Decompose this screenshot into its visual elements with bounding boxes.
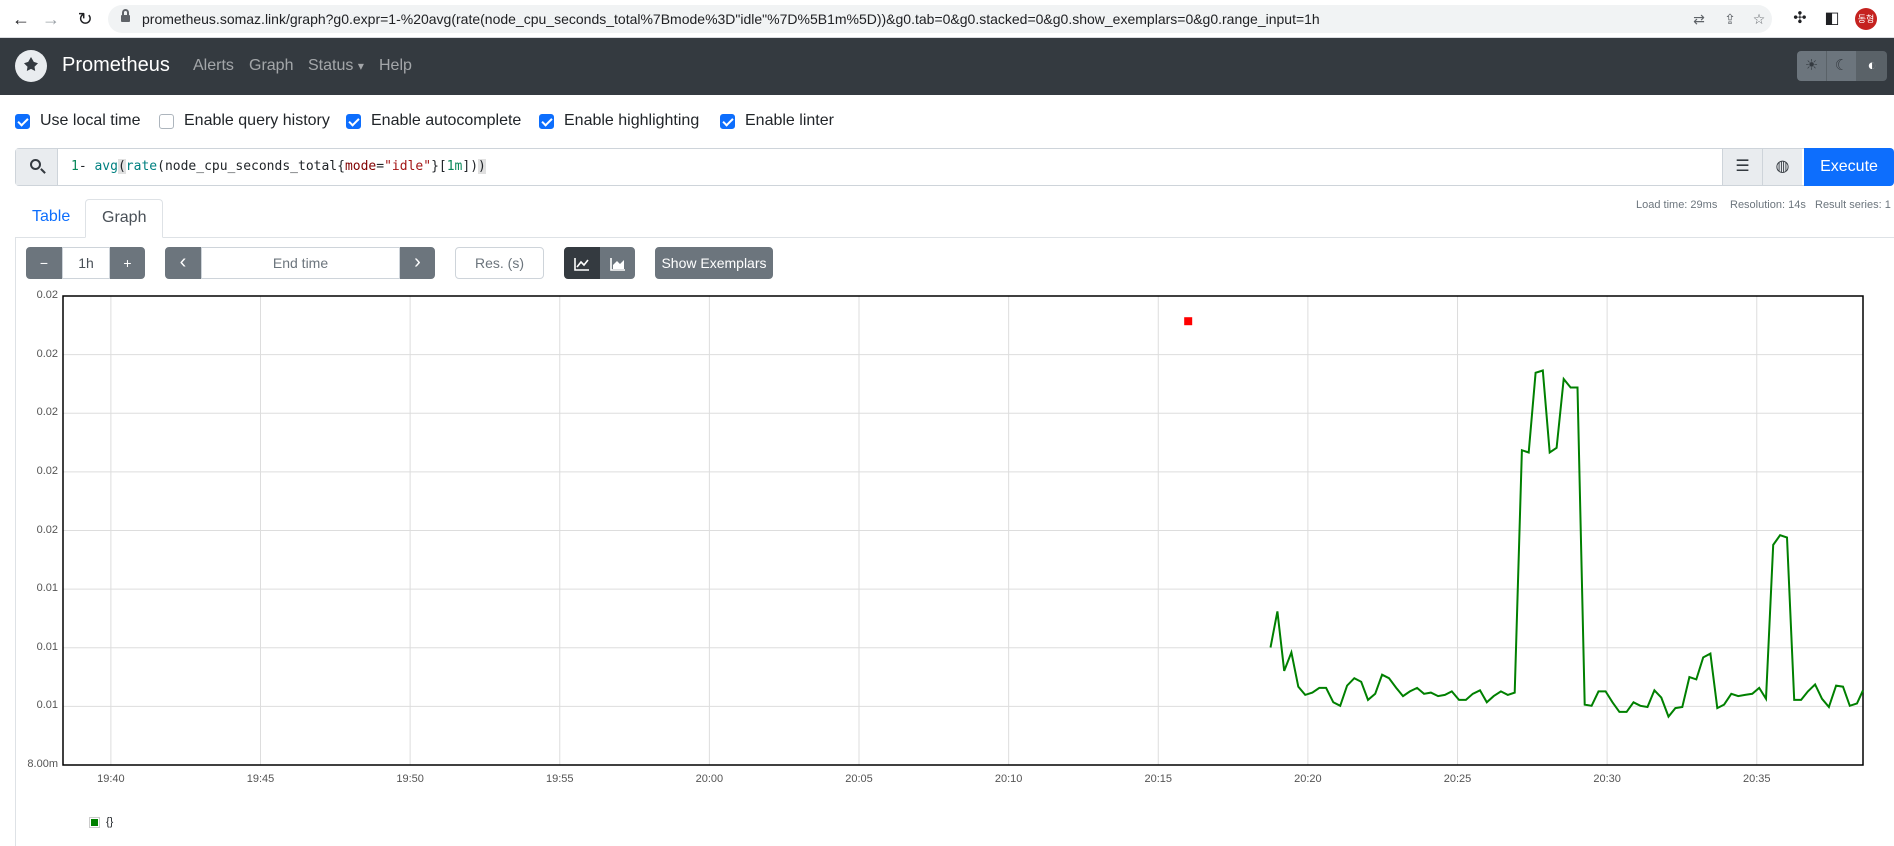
decrease-range-button[interactable]: − [26,247,62,279]
prometheus-navbar: Prometheus Alerts Graph Status ▾ Help ☀ … [0,38,1894,95]
y-tick-label: 0.02 [36,464,58,477]
resolution-stat: Resolution: 14s [1730,199,1806,211]
side-panel-icon[interactable]: ◧ [1822,9,1842,29]
result-series-stat: Result series: 1 [1815,199,1891,211]
x-tick-label: 20:15 [1144,773,1173,785]
url-text[interactable]: prometheus.somaz.link/graph?g0.expr=1-%2… [142,11,1320,27]
y-tick-label: 0.02 [36,406,58,419]
extensions-puzzle-icon[interactable]: ✣ [1790,9,1810,29]
chevron-left-icon[interactable]: ‹ [165,247,201,279]
lock-icon[interactable] [121,9,130,23]
enable-autocomplete-label: Enable autocomplete [371,112,522,129]
use-local-time-label: Use local time [40,112,141,129]
caret-down-icon: ▾ [357,59,364,73]
load-time-stat: Load time: 29ms [1636,199,1718,211]
tab-table[interactable]: Table [16,199,86,238]
forward-arrow-icon[interactable]: → [38,7,64,31]
x-tick-label: 20:00 [695,773,724,785]
theme-toggle-group: ☀ ☾ ◐ [1797,51,1887,81]
y-tick-label: 0.01 [36,640,58,653]
use-local-time-checkbox[interactable] [15,113,30,129]
legend-series-label[interactable]: {} [106,816,113,828]
bookmark-star-icon[interactable]: ☆ [1750,10,1768,28]
nav-link-status[interactable]: Status ▾ [308,57,364,75]
nav-link-graph[interactable]: Graph [249,57,293,75]
area-chart-icon [609,258,625,272]
enable-autocomplete-checkbox[interactable] [346,113,361,129]
prometheus-logo-icon[interactable] [15,50,47,82]
option-enable-highlighting[interactable]: Enable highlighting [539,111,699,131]
execute-button[interactable]: Execute [1804,148,1894,186]
x-tick-label: 20:20 [1294,773,1322,785]
brand-title[interactable]: Prometheus [62,54,170,77]
enable-highlighting-checkbox[interactable] [539,113,554,129]
share-icon[interactable]: ⇪ [1721,10,1739,28]
address-bar[interactable]: prometheus.somaz.link/graph?g0.expr=1-%2… [108,5,1772,33]
enable-query-history-checkbox[interactable] [159,113,174,129]
nav-link-status-label: Status [308,57,354,74]
y-tick-label: 0.02 [36,523,58,536]
y-tick-label: 0.02 [36,347,58,360]
option-use-local-time[interactable]: Use local time [15,111,140,131]
increase-range-button[interactable]: + [110,247,145,279]
y-tick-label: 8.00m [27,758,58,770]
format-expression-icon[interactable]: ☰ [1722,149,1762,185]
x-tick-label: 20:10 [994,773,1023,785]
stacked-chart-mode-button[interactable] [600,247,635,279]
graph-panel [15,238,1894,846]
enable-query-history-label: Enable query history [184,112,330,129]
dark-theme-moon-icon[interactable]: ☾ [1827,51,1857,81]
tab-graph[interactable]: Graph [85,199,164,238]
browser-theme-contrast-icon[interactable]: ◐ [1857,51,1887,81]
light-theme-sun-icon[interactable]: ☀ [1797,51,1827,81]
profile-avatar[interactable]: 동형 [1855,8,1877,30]
translate-icon[interactable]: ⇄ [1690,10,1708,28]
expression-input-group: 1- avg(rate(node_cpu_seconds_total{mode=… [15,148,1893,186]
expression-input[interactable]: 1- avg(rate(node_cpu_seconds_total{mode=… [71,159,486,174]
option-enable-autocomplete[interactable]: Enable autocomplete [346,111,521,131]
x-tick-label: 20:35 [1743,773,1771,785]
enable-highlighting-label: Enable highlighting [564,112,700,129]
search-icon [16,149,58,185]
nav-link-help[interactable]: Help [379,57,412,75]
option-enable-query-history[interactable]: Enable query history [159,111,330,131]
x-tick-label: 20:30 [1593,773,1621,785]
y-tick-label: 0.02 [36,289,58,301]
back-arrow-icon[interactable]: ← [8,7,34,31]
reload-icon[interactable]: ↻ [72,7,98,31]
legend-series-swatch[interactable] [89,817,100,828]
x-tick-label: 19:50 [396,773,424,785]
x-tick-label: 20:05 [845,773,873,785]
line-chart-mode-button[interactable] [564,247,600,279]
option-enable-linter[interactable]: Enable linter [720,111,834,131]
y-tick-label: 0.01 [36,699,58,712]
x-tick-label: 19:40 [97,773,125,785]
show-exemplars-button[interactable]: Show Exemplars [655,247,773,279]
chevron-right-icon[interactable]: › [400,247,435,279]
nav-link-alerts[interactable]: Alerts [193,57,234,75]
end-time-input[interactable]: End time [201,247,400,279]
x-tick-label: 20:25 [1443,773,1472,785]
x-tick-label: 19:55 [545,773,574,785]
range-input[interactable]: 1h [62,247,110,279]
enable-linter-checkbox[interactable] [720,113,735,129]
enable-linter-label: Enable linter [745,112,834,129]
resolution-input[interactable]: Res. (s) [455,247,544,279]
line-chart-icon [574,258,589,272]
metrics-explorer-globe-icon[interactable]: ◍ [1762,149,1802,185]
y-tick-label: 0.01 [36,582,58,595]
x-tick-label: 19:45 [246,773,275,785]
browser-toolbar: ← → ↻ prometheus.somaz.link/graph?g0.exp… [0,0,1894,38]
